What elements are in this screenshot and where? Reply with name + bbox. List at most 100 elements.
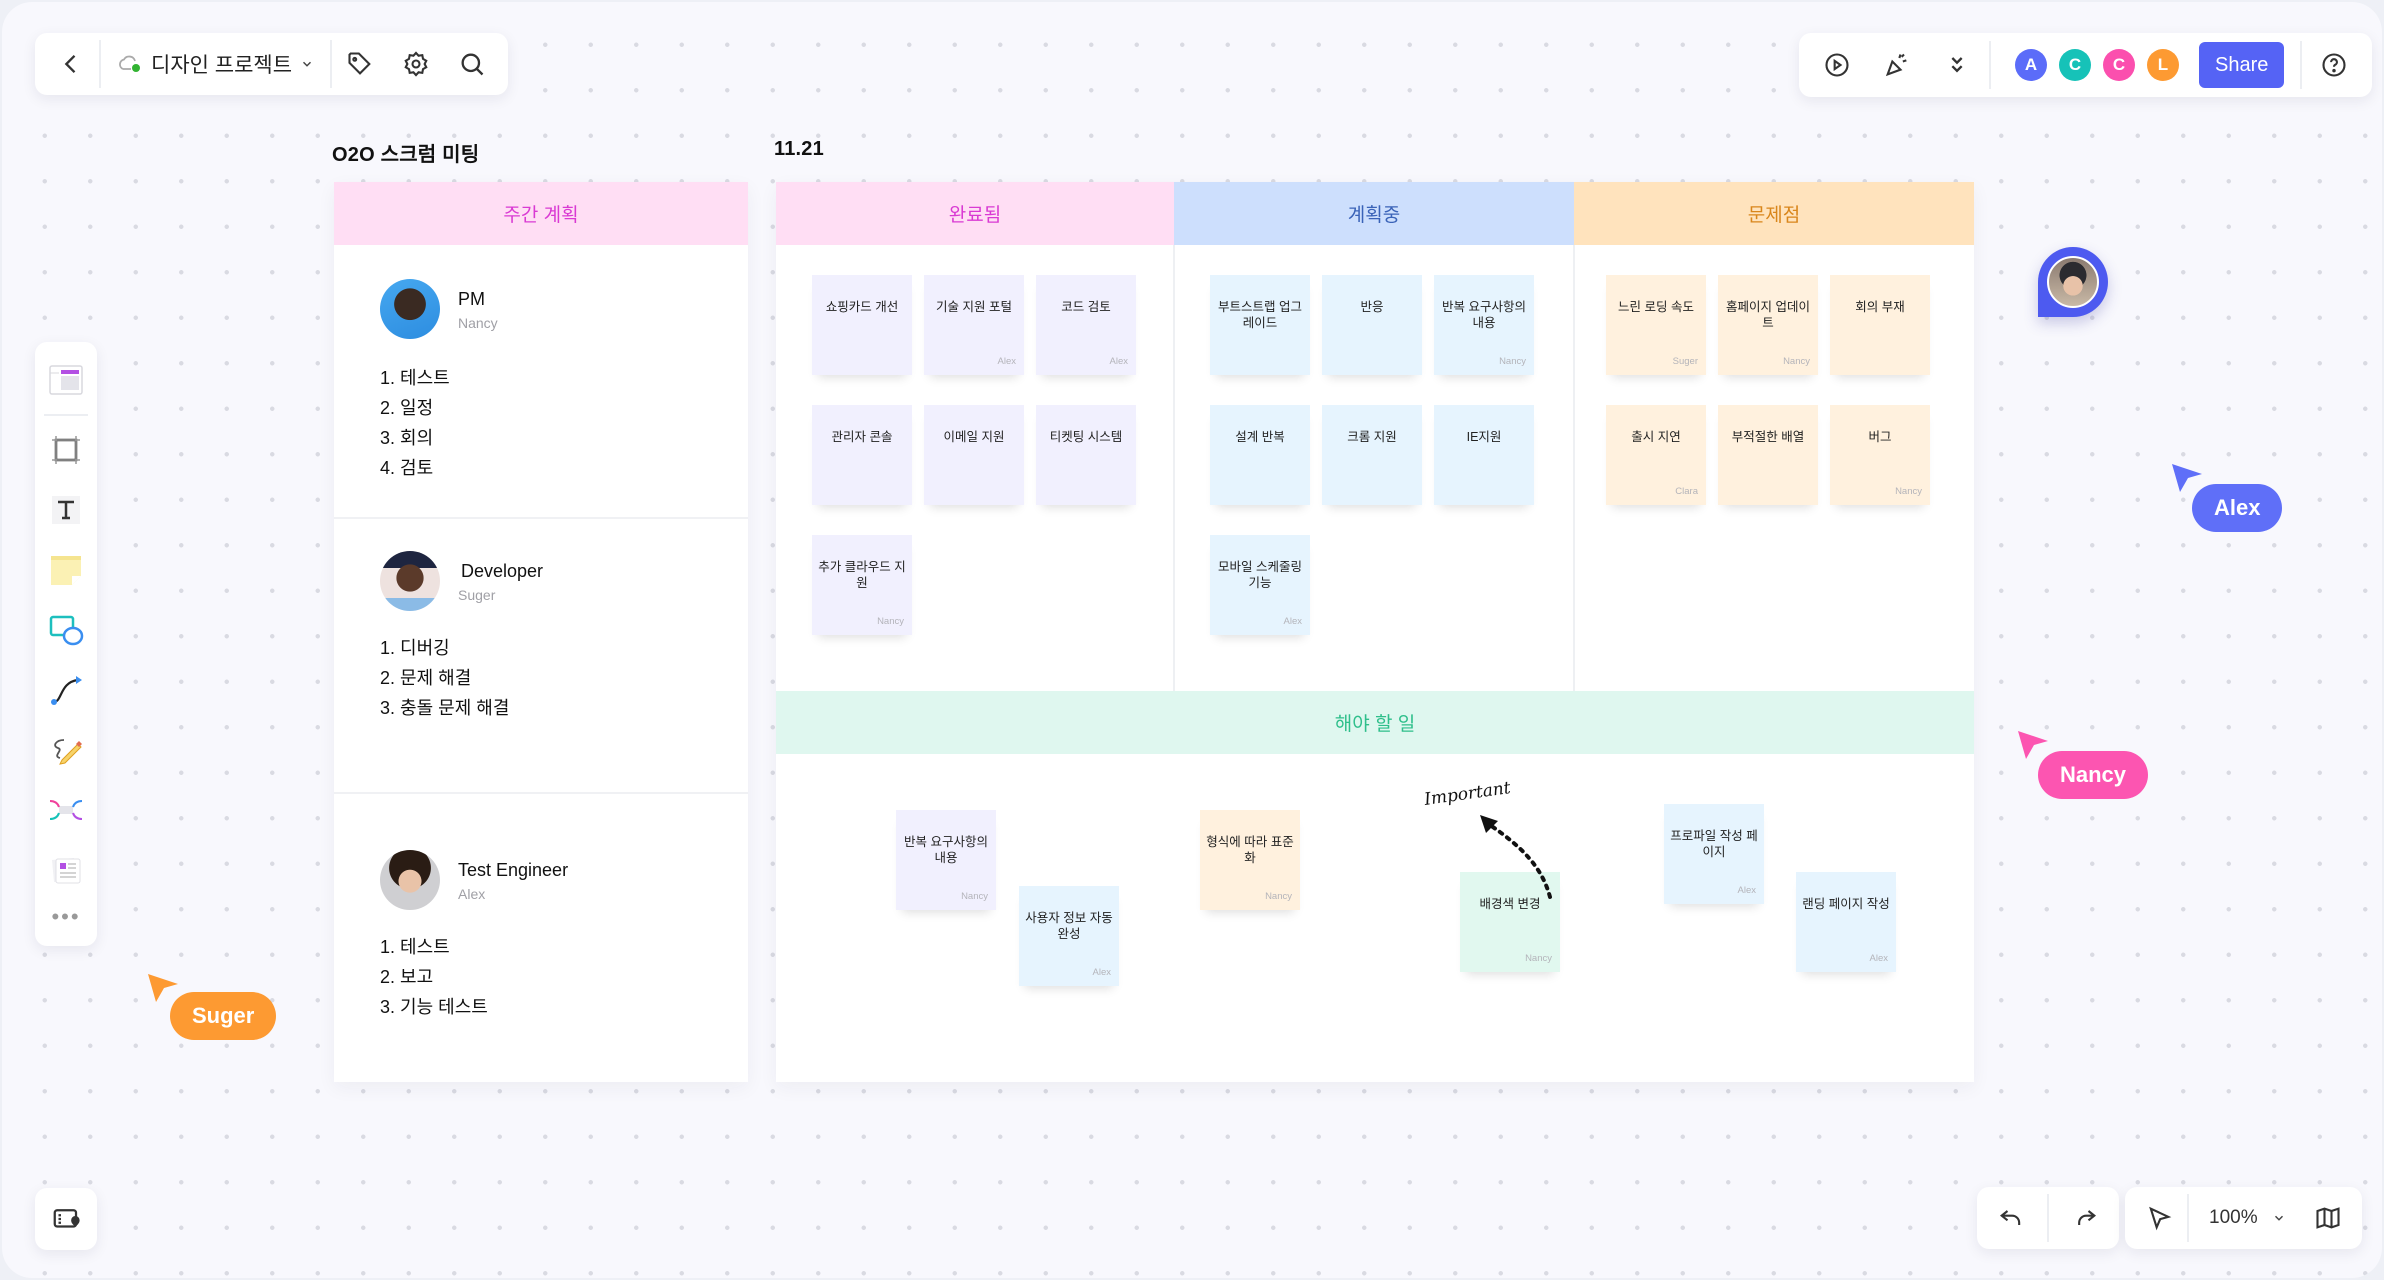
sticky-note[interactable]: 추가 클라우드 지원 Nancy: [812, 535, 912, 635]
tool-shape[interactable]: [41, 602, 91, 658]
card-icon: [52, 858, 81, 884]
collaborator-avatar[interactable]: C: [2059, 49, 2091, 81]
sticky-note[interactable]: 느린 로딩 속도 Suger: [1606, 275, 1706, 375]
tool-mindmap[interactable]: [41, 782, 91, 838]
comment-pin[interactable]: [2038, 247, 2108, 317]
help-button[interactable]: [2306, 37, 2362, 93]
task-item: 1. 테스트: [380, 937, 450, 957]
outline-map-icon: [53, 1209, 80, 1228]
present-button[interactable]: [1809, 37, 1865, 93]
todo-sticky-note[interactable]: 사용자 정보 자동 완성 Alex: [1019, 886, 1119, 986]
task-list: 1. 테스트 2. 보고 3. 기능 테스트: [380, 932, 488, 1022]
sticky-note[interactable]: 이메일 지원: [924, 405, 1024, 505]
collaborator-avatar[interactable]: A: [2015, 49, 2047, 81]
sticky-note[interactable]: IE지원: [1434, 405, 1534, 505]
column-header-done: 완료됨: [776, 182, 1174, 245]
sticky-note[interactable]: 기술 지원 포털 Alex: [924, 275, 1024, 375]
sticky-note[interactable]: 출시 지연 Clara: [1606, 405, 1706, 505]
select-tool-button[interactable]: [2131, 1190, 2187, 1246]
person-name: Nancy: [458, 315, 498, 331]
collaborator-avatar[interactable]: L: [2147, 49, 2179, 81]
sticky-note-owner: Alex: [1737, 885, 1756, 896]
redo-button[interactable]: [2057, 1190, 2113, 1246]
sticky-note-text: 기술 지원 포털: [936, 300, 1012, 314]
sticky-note-text: 회의 부재: [1855, 300, 1905, 314]
sticky-note[interactable]: 설계 반복: [1210, 405, 1310, 505]
sticky-note-text: 사용자 정보 자동 완성: [1025, 911, 1113, 941]
tool-text[interactable]: [41, 482, 91, 538]
whiteboard-canvas[interactable]: 디자인 프로젝트 A C C L Share ••• 100% O2O 스크럼 …: [2, 2, 2382, 1278]
todo-sticky-note[interactable]: 반복 요구사항의 내용 Nancy: [896, 810, 996, 910]
sticky-note[interactable]: 회의 부재: [1830, 275, 1930, 375]
sticky-note[interactable]: 관리자 콘솔: [812, 405, 912, 505]
sticky-note[interactable]: 크롬 지원: [1322, 405, 1422, 505]
sticky-note-text: 이메일 지원: [943, 430, 1005, 444]
collaborator-list: A C C L: [2009, 49, 2185, 81]
sticky-note[interactable]: 코드 검토 Alex: [1036, 275, 1136, 375]
back-button[interactable]: [43, 36, 99, 92]
task-item: 1. 테스트: [380, 368, 450, 388]
todo-sticky-note[interactable]: 프로파일 작성 페이지 Alex: [1664, 804, 1764, 904]
sticky-note[interactable]: 티켓팅 시스템: [1036, 405, 1136, 505]
undo-icon: [1999, 1210, 2021, 1225]
sticky-note-owner: Clara: [1675, 486, 1698, 497]
weekly-plan-section: 주간 계획 PM Nancy 1. 테스트 2. 일정 3. 회의 4. 검토 …: [334, 182, 748, 1082]
tool-pen[interactable]: [41, 722, 91, 778]
sticky-note[interactable]: 모바일 스케줄링 기능 Alex: [1210, 535, 1310, 635]
sticky-note-owner: Nancy: [961, 891, 988, 902]
sticky-note[interactable]: 부적절한 배열: [1718, 405, 1818, 505]
divider: [2300, 41, 2303, 89]
more-button[interactable]: [1929, 37, 1985, 93]
minimap-button[interactable]: [2300, 1190, 2356, 1246]
sticky-note-owner: Nancy: [1525, 953, 1552, 964]
collaborator-avatar[interactable]: C: [2103, 49, 2135, 81]
sticky-note-text: 관리자 콘솔: [831, 430, 893, 444]
tool-connector[interactable]: [41, 662, 91, 718]
more-tools-button[interactable]: •••: [51, 904, 80, 930]
sticky-note-icon: [51, 556, 81, 585]
search-button[interactable]: [444, 36, 500, 92]
sticky-note[interactable]: 반복 요구사항의 내용 Nancy: [1434, 275, 1534, 375]
project-selector[interactable]: 디자인 프로젝트: [101, 36, 330, 92]
sticky-note-owner: Alex: [1283, 616, 1302, 627]
tag-button[interactable]: [332, 36, 388, 92]
chevron-down-icon: [2274, 1215, 2283, 1221]
sticky-note-owner: Alex: [1092, 967, 1111, 978]
todo-sticky-note[interactable]: 랜딩 페이지 작성 Alex: [1796, 872, 1896, 972]
share-button[interactable]: Share: [2199, 42, 2285, 88]
sticky-note-text: 쇼핑카드 개선: [825, 300, 899, 314]
sticky-note[interactable]: 버그 Nancy: [1830, 405, 1930, 505]
sticky-note-text: 반복 요구사항의 내용: [1442, 300, 1526, 330]
todo-sticky-note[interactable]: 형식에 따라 표준화 Nancy: [1200, 810, 1300, 910]
zoom-level: 100%: [2209, 1207, 2258, 1228]
sticky-note[interactable]: 쇼핑카드 개선: [812, 275, 912, 375]
sticky-note-text: 출시 지연: [1631, 430, 1681, 444]
sticky-note-text: 홈페이지 업데이트: [1726, 300, 1810, 330]
tool-frame[interactable]: [41, 422, 91, 478]
sticky-note-text: 느린 로딩 속도: [1618, 300, 1694, 314]
celebrate-button[interactable]: [1869, 37, 1925, 93]
sticky-note[interactable]: 반응: [1322, 275, 1422, 375]
undo-button[interactable]: [1983, 1190, 2039, 1246]
dotted-arrow[interactable]: [1472, 807, 1552, 907]
sticky-note[interactable]: 홈페이지 업데이트 Nancy: [1718, 275, 1818, 375]
more-chevrons-icon: [1951, 57, 1963, 73]
outline-map-button[interactable]: [35, 1188, 97, 1250]
settings-button[interactable]: [388, 36, 444, 92]
column-divider: [1173, 245, 1175, 691]
zoom-level-dropdown[interactable]: 100%: [2189, 1207, 2300, 1229]
tool-template[interactable]: [41, 352, 91, 408]
task-item: 2. 보고: [380, 967, 434, 987]
sticky-note[interactable]: 부트스트랩 업그레이드: [1210, 275, 1310, 375]
person-role: Developer: [461, 561, 544, 581]
sticky-note-owner: Nancy: [1895, 486, 1922, 497]
person-role: PM: [458, 289, 485, 309]
settings-icon: [404, 51, 428, 77]
sticky-note-owner: Alex: [997, 356, 1016, 367]
tool-card[interactable]: [41, 842, 91, 898]
sticky-note-text: 추가 클라우드 지원: [818, 560, 906, 590]
task-item: 3. 기능 테스트: [380, 997, 488, 1017]
person-role: Test Engineer: [458, 860, 569, 880]
tool-sticky-note[interactable]: [41, 542, 91, 598]
task-list: 1. 테스트 2. 일정 3. 회의 4. 검토: [380, 363, 450, 483]
